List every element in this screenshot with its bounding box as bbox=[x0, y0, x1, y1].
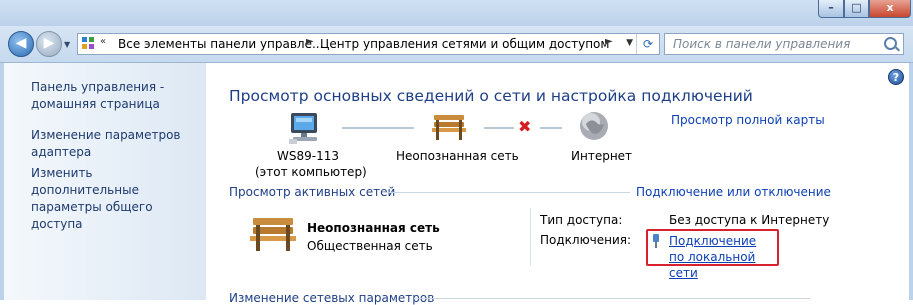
computer-icon bbox=[289, 113, 317, 144]
maximize-button[interactable]: □ bbox=[844, 0, 869, 18]
navigation-bar: ◀ ▶ ▼ « Все элементы панели управле... ►… bbox=[0, 26, 913, 63]
help-icon[interactable]: ? bbox=[888, 69, 904, 85]
access-type-value: Без доступа к Интернету bbox=[669, 213, 830, 227]
recent-pages-dropdown-icon[interactable]: ▼ bbox=[64, 40, 70, 49]
bench-icon bbox=[432, 115, 466, 140]
broken-connection-icon: ✖ bbox=[518, 117, 532, 136]
breadcrumb-separator-icon[interactable]: ► bbox=[306, 36, 314, 47]
search-placeholder[interactable]: Поиск в панели управления bbox=[673, 37, 850, 51]
connections-label: Подключения: bbox=[540, 233, 632, 247]
breadcrumb-separator-icon[interactable]: ► bbox=[605, 36, 613, 47]
section-divider bbox=[414, 298, 810, 299]
title-bar: – □ x bbox=[0, 0, 913, 26]
breadcrumb-overflow-icon[interactable]: « bbox=[100, 36, 106, 47]
active-networks-title: Просмотр активных сетей bbox=[229, 185, 396, 199]
bench-icon bbox=[250, 218, 296, 251]
forward-button[interactable]: ▶ bbox=[36, 31, 62, 57]
section-divider bbox=[382, 192, 630, 193]
search-icon[interactable] bbox=[884, 37, 897, 50]
connection-line bbox=[484, 127, 514, 129]
access-type-label: Тип доступа: bbox=[540, 213, 623, 227]
breadcrumb-network-sharing-center[interactable]: Центр управления сетями и общим доступом bbox=[320, 37, 609, 51]
sidebar-item-advanced-sharing-settings[interactable]: Изменить дополнительные параметры общего… bbox=[31, 165, 201, 233]
close-button[interactable]: x bbox=[869, 0, 911, 18]
computer-sub-label: (этот компьютер) bbox=[255, 165, 367, 179]
connection-line bbox=[540, 127, 562, 129]
breadcrumb-all-control-panel-items[interactable]: Все элементы панели управле... bbox=[118, 37, 323, 51]
computer-name-label: WS89-113 bbox=[277, 149, 339, 163]
active-network-name: Неопознанная сеть bbox=[307, 221, 440, 235]
address-bar[interactable]: « Все элементы панели управле... ► Центр… bbox=[77, 33, 660, 55]
globe-icon bbox=[580, 112, 608, 140]
search-box[interactable]: Поиск в панели управления bbox=[664, 33, 904, 55]
highlight-box bbox=[646, 229, 779, 266]
window-right-border bbox=[909, 63, 913, 300]
internet-label: Интернет bbox=[571, 149, 633, 163]
connect-disconnect-link[interactable]: Подключение или отключение bbox=[636, 185, 831, 199]
network-category-link[interactable]: Общественная сеть bbox=[307, 239, 433, 253]
back-button[interactable]: ◀ bbox=[8, 31, 34, 57]
network-center-window: – □ x ◀ ▶ ▼ « Все элементы панели управл… bbox=[0, 0, 913, 305]
change-settings-title: Изменение сетевых параметров bbox=[229, 291, 435, 305]
network-label: Неопознанная сеть bbox=[396, 149, 519, 163]
sidebar-item-change-adapter-settings[interactable]: Изменение параметров адаптера bbox=[31, 127, 201, 161]
vertical-divider bbox=[530, 208, 531, 266]
minimize-button[interactable]: – bbox=[818, 0, 844, 18]
caption-buttons: – □ x bbox=[818, 0, 911, 18]
address-dropdown-icon[interactable]: ▼ bbox=[626, 38, 633, 48]
page-title: Просмотр основных сведений о сети и наст… bbox=[229, 87, 753, 105]
control-panel-icon bbox=[82, 37, 96, 51]
sidebar-item-control-panel-home[interactable]: Панель управления - домашняя страница bbox=[31, 79, 201, 113]
refresh-icon[interactable]: ⟳ bbox=[636, 34, 659, 54]
connection-line bbox=[342, 127, 414, 129]
view-full-map-link[interactable]: Просмотр полной карты bbox=[671, 113, 825, 127]
